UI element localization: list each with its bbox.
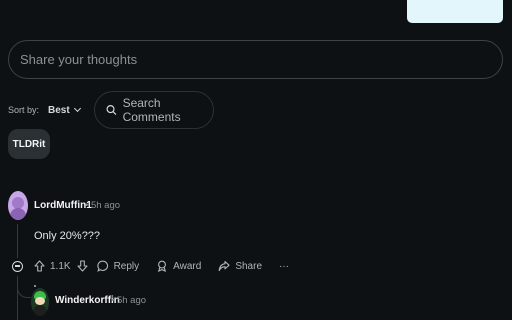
search-comments-input[interactable]: Search Comments xyxy=(93,91,214,129)
comment-timestamp: • 5h ago xyxy=(85,200,121,211)
reply-label: Reply xyxy=(113,260,140,272)
comment-composer-input[interactable]: Share your thoughts xyxy=(8,40,503,79)
award-label: Award xyxy=(173,260,202,272)
comment-author[interactable]: LordMuffin1 xyxy=(34,200,92,211)
speech-bubble-icon xyxy=(96,260,108,272)
award-button[interactable]: Award xyxy=(156,260,201,272)
comment-actions: 1.1K Reply Award Share ··· xyxy=(12,258,289,274)
vote-count: 1.1K xyxy=(50,260,71,272)
share-icon xyxy=(218,260,230,272)
chevron-down-icon xyxy=(73,104,81,113)
sort-label: Sort by: xyxy=(8,105,40,115)
upvote-icon xyxy=(34,260,45,272)
dot-icon xyxy=(34,285,36,287)
sort-value: Best xyxy=(48,104,70,116)
comment-body: Only 20%??? xyxy=(34,230,101,242)
sort-dropdown[interactable]: Best xyxy=(48,104,81,116)
share-button[interactable]: Share xyxy=(218,260,262,272)
composer-placeholder: Share your thoughts xyxy=(20,52,138,67)
thread-line[interactable] xyxy=(17,224,18,258)
comment-timestamp: • 5h ago xyxy=(111,295,147,306)
search-icon xyxy=(106,105,117,115)
downvote-icon xyxy=(77,260,88,272)
search-placeholder: Search Comments xyxy=(122,96,181,124)
avatar[interactable] xyxy=(8,191,28,220)
avatar[interactable] xyxy=(31,288,49,316)
collapse-thread-icon[interactable] xyxy=(12,260,23,272)
sort-bar: Sort by: Best Search Comments xyxy=(8,91,214,129)
downvote-button[interactable] xyxy=(77,260,88,272)
reply-branch-line xyxy=(17,282,31,298)
reply-button[interactable]: Reply xyxy=(96,260,140,272)
more-options-icon[interactable]: ··· xyxy=(279,261,289,272)
top-card xyxy=(407,0,503,23)
award-icon xyxy=(158,260,167,272)
tldrit-button[interactable]: TLDRit xyxy=(8,129,50,159)
share-label: Share xyxy=(235,260,263,272)
upvote-button[interactable] xyxy=(34,260,45,272)
